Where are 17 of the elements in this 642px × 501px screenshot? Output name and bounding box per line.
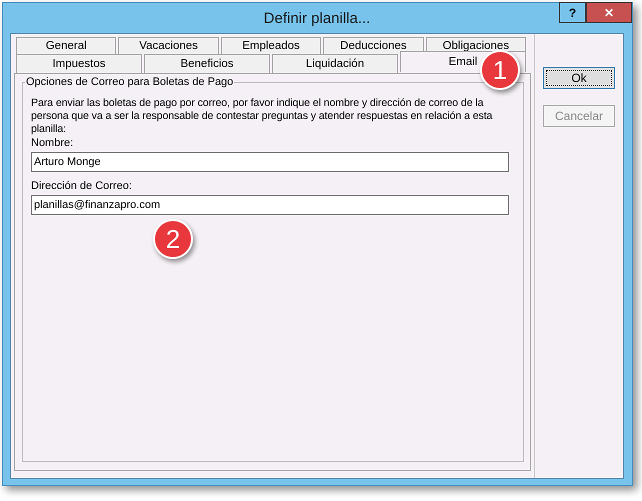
tab[interactable]: Deducciones (323, 37, 424, 54)
close-button[interactable]: ✕ (586, 2, 632, 23)
group-title: Opciones de Correo para Boletas de Pago (25, 76, 234, 88)
input-field[interactable]: Arturo Monge (31, 152, 509, 172)
tab[interactable]: Beneficios (144, 54, 270, 73)
dialog-button[interactable]: Ok (543, 67, 615, 89)
description-text: Para enviar las boletas de pago por correo, por favor indique el nombre y dirección de correo de la persona que va a ser la responsable de contestar preguntas y atender respuestas en relación a esta planilla: (31, 97, 494, 136)
tab[interactable]: Liquidación (272, 54, 398, 73)
window-title: Definir planilla... (264, 10, 370, 26)
input-field[interactable]: planillas@finanzapro.com (31, 195, 509, 215)
tab[interactable]: General (16, 37, 116, 54)
tab[interactable]: Vacaciones (118, 37, 219, 54)
field-label: Dirección de Correo: (31, 180, 133, 193)
tab[interactable]: Empleados (220, 37, 322, 54)
field-label: Nombre: (31, 137, 74, 150)
help-button[interactable]: ? (559, 2, 586, 23)
tab[interactable]: Impuestos (16, 54, 142, 73)
